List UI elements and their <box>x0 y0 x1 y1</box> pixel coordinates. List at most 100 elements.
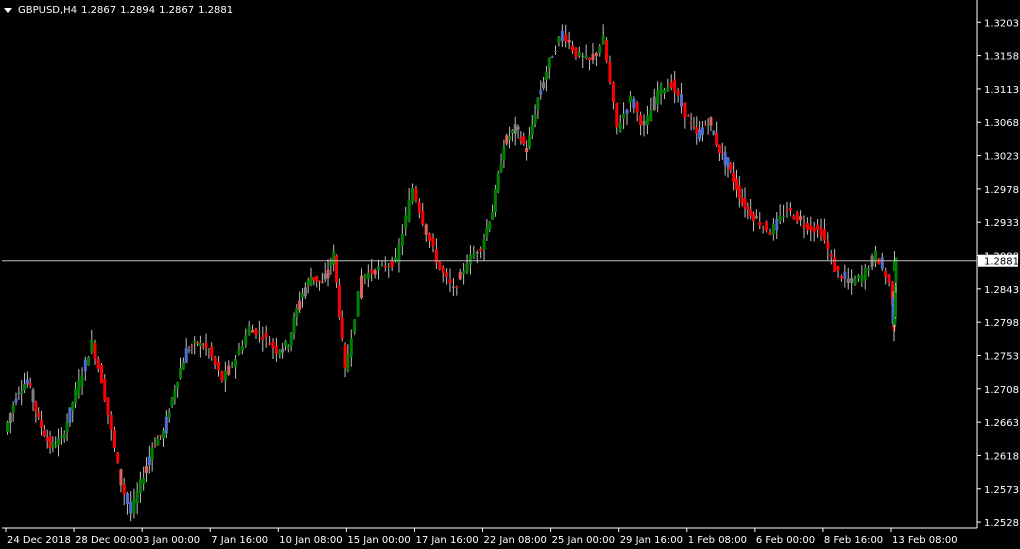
candle-body <box>196 342 200 344</box>
x-tick-label: 28 Dec 00:00 <box>75 535 142 546</box>
x-tick-label: 25 Jan 00:00 <box>552 535 615 546</box>
candle-body <box>159 435 163 437</box>
candle-body <box>557 37 561 43</box>
candle-body <box>743 198 747 209</box>
candle-body <box>234 359 238 368</box>
candle-body <box>93 342 97 360</box>
candle-body <box>805 222 809 231</box>
candle-body <box>822 229 826 241</box>
candle-body <box>207 349 211 351</box>
candle-body <box>122 484 126 495</box>
y-tick-label: 1.2708 <box>984 385 1019 396</box>
x-tick-label: 13 Feb 08:00 <box>892 535 958 546</box>
candle-body <box>577 51 581 57</box>
candle-body <box>530 124 534 135</box>
candle-body <box>493 189 497 213</box>
candle-body <box>167 412 171 418</box>
candle-body <box>462 270 466 274</box>
candle-body <box>397 244 401 263</box>
candle-body <box>59 435 63 438</box>
candle-body <box>237 349 241 355</box>
candle-body <box>80 375 84 387</box>
candle-body <box>315 276 319 282</box>
candle-body <box>210 346 214 357</box>
candle-body <box>301 293 304 298</box>
candle-body <box>863 267 867 281</box>
candle-body <box>37 412 41 418</box>
candle-body <box>184 348 188 363</box>
candlestick-chart: 1.3203 1.3158 1.3113 1.3068 1.3023 1.2978 1.29… <box>2 0 1019 546</box>
candle-body <box>792 216 796 220</box>
candle-body <box>132 499 136 514</box>
candle-body <box>625 109 629 114</box>
candle-body <box>795 212 799 222</box>
x-tick-label: 22 Jan 08:00 <box>484 535 547 546</box>
candle-body <box>836 266 840 271</box>
candle-body <box>458 271 462 280</box>
candle-body <box>100 364 104 384</box>
candle-body <box>752 213 756 222</box>
candle-body <box>68 407 72 423</box>
candle-body <box>28 382 32 386</box>
candle-body <box>588 57 592 60</box>
candle-body <box>326 269 330 279</box>
candle-body <box>695 127 699 134</box>
x-tick-label: 29 Jan 16:00 <box>620 535 683 546</box>
candle-body <box>144 466 148 473</box>
candle-body <box>771 224 775 235</box>
candle-body <box>732 172 736 183</box>
candle-body <box>564 33 568 42</box>
candle-body <box>652 96 656 111</box>
candle-body <box>346 354 350 372</box>
candle-body <box>519 137 523 141</box>
candle-body <box>887 275 891 283</box>
candle-body <box>737 185 741 199</box>
candle-body <box>23 384 27 391</box>
candle-body <box>686 115 690 117</box>
candle-body <box>692 125 696 127</box>
candle-body <box>676 90 680 96</box>
candle-body <box>42 430 46 437</box>
candle-body <box>329 262 333 266</box>
price-chart[interactable]: GBPUSD,H4 1.2867 1.2894 1.2867 1.2881 1.… <box>0 0 1020 549</box>
candle-body <box>34 401 38 412</box>
candle-body <box>698 129 702 140</box>
candle-body <box>539 90 543 95</box>
candle-body <box>758 222 762 226</box>
candle-body <box>187 349 191 351</box>
candle-body <box>77 379 81 396</box>
candle-body <box>156 438 160 446</box>
candle-body <box>400 233 404 247</box>
x-tick-label: 17 Jan 16:00 <box>415 535 478 546</box>
candle-body <box>482 239 486 251</box>
candle-body <box>8 413 12 423</box>
candle-body <box>332 251 336 265</box>
candle-body <box>14 398 18 403</box>
candle-body <box>116 452 120 463</box>
candle-body <box>377 266 381 271</box>
candle-body <box>96 359 100 369</box>
candle-body <box>17 393 21 395</box>
candle-body <box>281 348 285 353</box>
candle-body <box>669 82 673 88</box>
candle-body <box>193 340 197 344</box>
candle-body <box>860 275 864 282</box>
candle-body <box>877 258 881 265</box>
candle-body <box>645 115 649 126</box>
candle-body <box>536 98 540 110</box>
candle-body <box>71 402 75 411</box>
candle-body <box>706 125 710 127</box>
candle-body <box>880 257 884 269</box>
candle-body <box>363 275 367 279</box>
candle-body <box>407 199 411 222</box>
candle-body <box>125 493 129 505</box>
candle-body <box>261 336 265 340</box>
candle-body <box>370 269 374 274</box>
candle-body <box>320 281 324 283</box>
candle-body <box>510 130 514 133</box>
candle-body <box>335 255 339 283</box>
candle-body <box>298 300 302 310</box>
candle-body <box>176 382 180 389</box>
candle-body <box>424 224 428 235</box>
candle-body <box>306 280 310 285</box>
